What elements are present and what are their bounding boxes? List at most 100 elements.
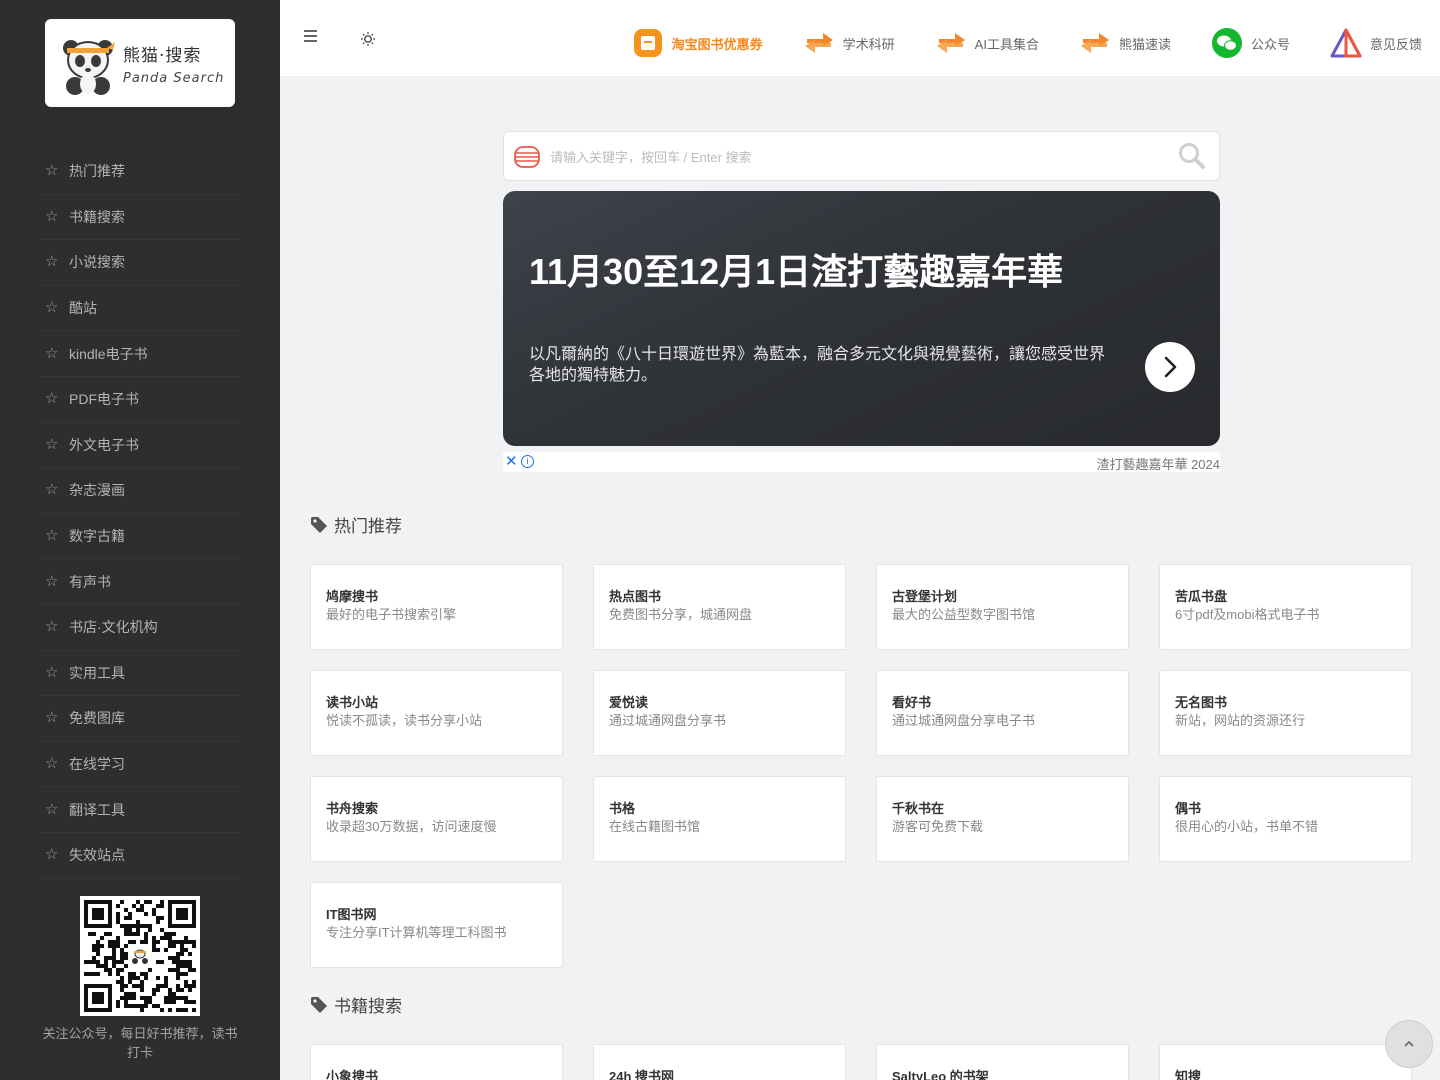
- sidebar-item[interactable]: ☆ 失效站点: [40, 833, 240, 879]
- site-card[interactable]: 读书小站 悦读不孤读，读书分享小站: [310, 670, 563, 756]
- ad-title: 11月30至12月1日渣打藝趣嘉年華: [529, 251, 1064, 292]
- sidebar-item-label: 外文电子书: [69, 436, 139, 453]
- section-heading: 热门推荐: [310, 512, 402, 537]
- sidebar-item[interactable]: ☆ PDF电子书: [40, 377, 240, 423]
- site-card-desc: 很用心的小站，书单不错: [1175, 819, 1319, 834]
- site-card-desc: 专注分享IT计算机等理工科图书: [326, 925, 507, 940]
- sidebar-item[interactable]: ☆ 杂志漫画: [40, 468, 240, 514]
- menu-toggle-icon[interactable]: [304, 30, 320, 46]
- site-card-name: 无名图书: [1175, 695, 1228, 710]
- chevron-up-icon: [1404, 1040, 1414, 1047]
- logo-subtitle: Panda Search: [123, 70, 225, 86]
- site-logo[interactable]: 熊猫·搜索 Panda Search: [45, 19, 235, 107]
- star-icon: ☆: [45, 344, 59, 362]
- section-heading: 书籍搜索: [310, 992, 402, 1017]
- nav-link[interactable]: 熊猫速读: [1079, 27, 1171, 59]
- sidebar-item-label: 免费图库: [69, 710, 125, 727]
- site-card[interactable]: IT图书网 专注分享IT计算机等理工科图书: [310, 882, 563, 968]
- sidebar-item-label: kindle电子书: [69, 345, 148, 362]
- star-icon: ☆: [45, 390, 59, 408]
- wechat-qr-code: [80, 896, 200, 1016]
- sidebar-item[interactable]: ☆ 酷站: [40, 286, 240, 332]
- site-card-name: 千秋书在: [892, 801, 945, 816]
- site-card-name: 知搜: [1175, 1069, 1202, 1080]
- chevron-right-icon: [1164, 356, 1177, 378]
- site-card[interactable]: 苦瓜书盘 6寸pdf及mobi格式电子书: [1159, 564, 1412, 650]
- sidebar-item[interactable]: ☆ 书店·文化机构: [40, 605, 240, 651]
- site-card-desc: 免费图书分享，城通网盘: [609, 607, 753, 622]
- sidebar-item-label: 有声书: [69, 573, 111, 590]
- sidebar-item-label: 杂志漫画: [69, 482, 125, 499]
- ad-description: 以凡爾納的《八十日環遊世界》為藍本，融合多元文化與視覺藝術，讓您感受世界各地的獨…: [529, 346, 1106, 384]
- logo-title: 熊猫·搜索: [123, 45, 202, 66]
- star-icon: ☆: [45, 572, 59, 590]
- sidebar-item-label: 小说搜索: [69, 254, 125, 271]
- nav-link[interactable]: 学术科研: [803, 27, 895, 59]
- search-box: [503, 131, 1220, 181]
- sidebar-item[interactable]: ☆ 热门推荐: [40, 149, 240, 195]
- nav-link-label: 学术科研: [842, 36, 895, 52]
- sidebar-menu: ☆ 热门推荐 ☆ 书籍搜索 ☆ 小说搜索 ☆ 酷站 ☆ kindle电子书 ☆ PDF电子书 ☆ 外文电子…: [0, 127, 280, 879]
- ad-close-icon[interactable]: ✕: [505, 453, 518, 471]
- site-card-desc: 收录超30万数据，访问速度慢: [326, 819, 497, 834]
- site-card-name: 古登堡计划: [892, 589, 958, 604]
- qr-area: 关注公众号，每日好书推荐，读书打卡: [0, 896, 280, 1062]
- section-title: 热门推荐: [334, 517, 402, 536]
- nav-link-label: 淘宝图书优惠券: [671, 36, 763, 52]
- site-card-desc: 通过城通网盘分享电子书: [892, 713, 1036, 728]
- nav-link[interactable]: 意见反馈: [1330, 27, 1422, 59]
- sidebar-item[interactable]: ☆ 在线学习: [40, 742, 240, 788]
- sidebar-item[interactable]: ☆ 数字古籍: [40, 514, 240, 560]
- nav-link[interactable]: 淘宝图书优惠券: [632, 27, 763, 59]
- sidebar-item-label: 书籍搜索: [69, 208, 125, 225]
- sidebar-item-label: 酷站: [69, 300, 97, 317]
- site-card[interactable]: 无名图书新站，网站的资源还行: [1159, 670, 1412, 756]
- site-card[interactable]: 热点图书 免费图书分享，城通网盘: [593, 564, 846, 650]
- site-card[interactable]: 鸠摩搜书 最好的电子书搜索引擎: [310, 564, 563, 650]
- sidebar-item[interactable]: ☆ 翻译工具: [40, 787, 240, 833]
- tag-icon: [311, 516, 327, 533]
- ad-next-button[interactable]: [1145, 342, 1195, 392]
- site-card-desc: 新站，网站的资源还行: [1175, 713, 1306, 728]
- site-card-name: 书舟搜索: [326, 801, 379, 816]
- search-icon[interactable]: [1177, 141, 1207, 171]
- nav-link[interactable]: 公众号: [1211, 27, 1290, 59]
- site-card[interactable]: 知搜: [1159, 1044, 1412, 1080]
- swap-arrows-icon: [1079, 27, 1111, 59]
- sidebar-item[interactable]: ☆ kindle电子书: [40, 331, 240, 377]
- star-icon: ☆: [45, 207, 59, 225]
- swap-arrows-icon: [803, 27, 835, 59]
- search-input[interactable]: [550, 144, 1150, 170]
- sidebar-item[interactable]: ☆ 实用工具: [40, 651, 240, 697]
- star-icon: ☆: [45, 800, 59, 818]
- sidebar-item[interactable]: ☆ 外文电子书: [40, 423, 240, 469]
- site-card[interactable]: 爱悦读 通过城通网盘分享书: [593, 670, 846, 756]
- nav-link[interactable]: AI工具集合: [935, 27, 1039, 59]
- site-card-name: 24h 搜书网: [609, 1069, 675, 1080]
- back-to-top-button[interactable]: [1385, 1020, 1433, 1068]
- site-card-name: 书格: [609, 801, 636, 816]
- site-card[interactable]: 千秋书在游客可免费下载: [876, 776, 1129, 862]
- site-card[interactable]: 书舟搜索收录超30万数据，访问速度慢: [310, 776, 563, 862]
- site-card[interactable]: 小象搜书: [310, 1044, 563, 1080]
- sidebar-item-label: 书店·文化机构: [69, 619, 158, 636]
- sidebar-item[interactable]: ☆ 书籍搜索: [40, 195, 240, 241]
- logo-area: 熊猫·搜索 Panda Search: [0, 0, 280, 127]
- search-engine-icon[interactable]: [513, 143, 541, 171]
- site-card-name: 爱悦读: [609, 695, 649, 710]
- sidebar-item[interactable]: ☆ 有声书: [40, 559, 240, 605]
- sidebar-item[interactable]: ☆ 免费图库: [40, 696, 240, 742]
- site-card[interactable]: 看好书 通过城通网盘分享电子书: [876, 670, 1129, 756]
- site-card[interactable]: 古登堡计划 最大的公益型数字图书馆: [876, 564, 1129, 650]
- nav-link-label: AI工具集合: [974, 36, 1039, 52]
- star-icon: ☆: [45, 481, 59, 499]
- site-card[interactable]: SaltyLeo 的书架: [876, 1044, 1129, 1080]
- ad-info-icon[interactable]: i: [521, 455, 534, 468]
- ad-banner[interactable]: 11月30至12月1日渣打藝趣嘉年華 以凡爾納的《八十日環遊世界》為藍本，融合多…: [503, 191, 1220, 446]
- site-card[interactable]: 偶书 很用心的小站，书单不错: [1159, 776, 1412, 862]
- theme-toggle-icon[interactable]: [360, 31, 376, 47]
- site-card[interactable]: 书格 在线古籍图书馆: [593, 776, 846, 862]
- site-card[interactable]: 24h 搜书网: [593, 1044, 846, 1080]
- sidebar-item[interactable]: ☆ 小说搜索: [40, 240, 240, 286]
- site-card-desc: 游客可免费下载: [892, 819, 984, 834]
